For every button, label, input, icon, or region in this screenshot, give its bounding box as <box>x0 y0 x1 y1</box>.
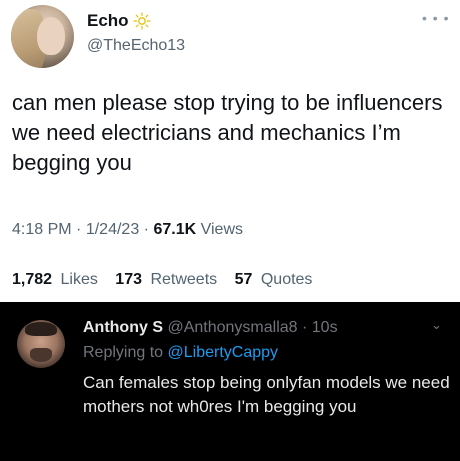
replying-prefix: Replying to <box>83 344 164 361</box>
separator-dot: · <box>76 221 86 238</box>
reply-age[interactable]: 10s <box>312 319 338 336</box>
retweets-label: Retweets <box>150 271 218 288</box>
retweets-count: 173 <box>115 271 147 288</box>
likes-stat[interactable]: 1,782 Likes <box>12 271 98 288</box>
views-label: Views <box>200 221 243 238</box>
retweets-stat[interactable]: 173 Retweets <box>115 271 217 288</box>
avatar[interactable] <box>17 320 65 368</box>
original-tweet: Echo @TheEcho13 • • • can men please sto… <box>0 0 460 302</box>
user-handle[interactable]: @TheEcho13 <box>87 37 185 55</box>
tweet-meta: 4:18 PM · 1/24/23 · 67.1K Views <box>12 221 243 239</box>
sun-icon <box>132 12 151 30</box>
tweet-date[interactable]: 1/24/23 <box>86 221 139 238</box>
replying-to: Replying to @LibertyCappy <box>83 344 278 362</box>
quotes-label: Quotes <box>260 271 313 288</box>
reply-header: Anthony S @Anthonysmalla8 · 10s <box>83 319 338 337</box>
quotes-stat[interactable]: 57 Quotes <box>235 271 313 288</box>
avatar-beard <box>30 348 52 362</box>
display-name[interactable]: Anthony S <box>83 319 163 336</box>
avatar-hair <box>25 322 57 336</box>
avatar-face <box>37 17 65 55</box>
chevron-down-icon[interactable]: ⌄ <box>431 317 442 333</box>
display-name[interactable]: Echo <box>87 11 129 31</box>
quotes-count: 57 <box>234 271 257 288</box>
reply-tweet: Anthony S @Anthonysmalla8 · 10s ⌄ Replyi… <box>0 302 460 461</box>
tweet-time[interactable]: 4:18 PM <box>12 221 72 238</box>
reply-text: Can females stop being onlyfan models we… <box>83 373 450 416</box>
user-handle[interactable]: @Anthonysmalla8 <box>167 319 297 336</box>
more-icon[interactable]: • • • <box>422 10 449 26</box>
display-name-row[interactable]: Echo <box>87 11 151 31</box>
likes-count: 1,782 <box>12 271 57 288</box>
likes-label: Likes <box>60 271 98 288</box>
tweet-text: can men please stop trying to be influen… <box>12 90 443 175</box>
separator-dot: · <box>302 319 312 336</box>
avatar[interactable] <box>11 5 74 68</box>
replying-to-link[interactable]: @LibertyCappy <box>168 344 279 361</box>
separator-dot: · <box>143 221 154 238</box>
tweet-stats: 1,782 Likes 173 Retweets 57 Quotes <box>12 271 325 289</box>
views-count: 67.1K <box>153 221 197 238</box>
